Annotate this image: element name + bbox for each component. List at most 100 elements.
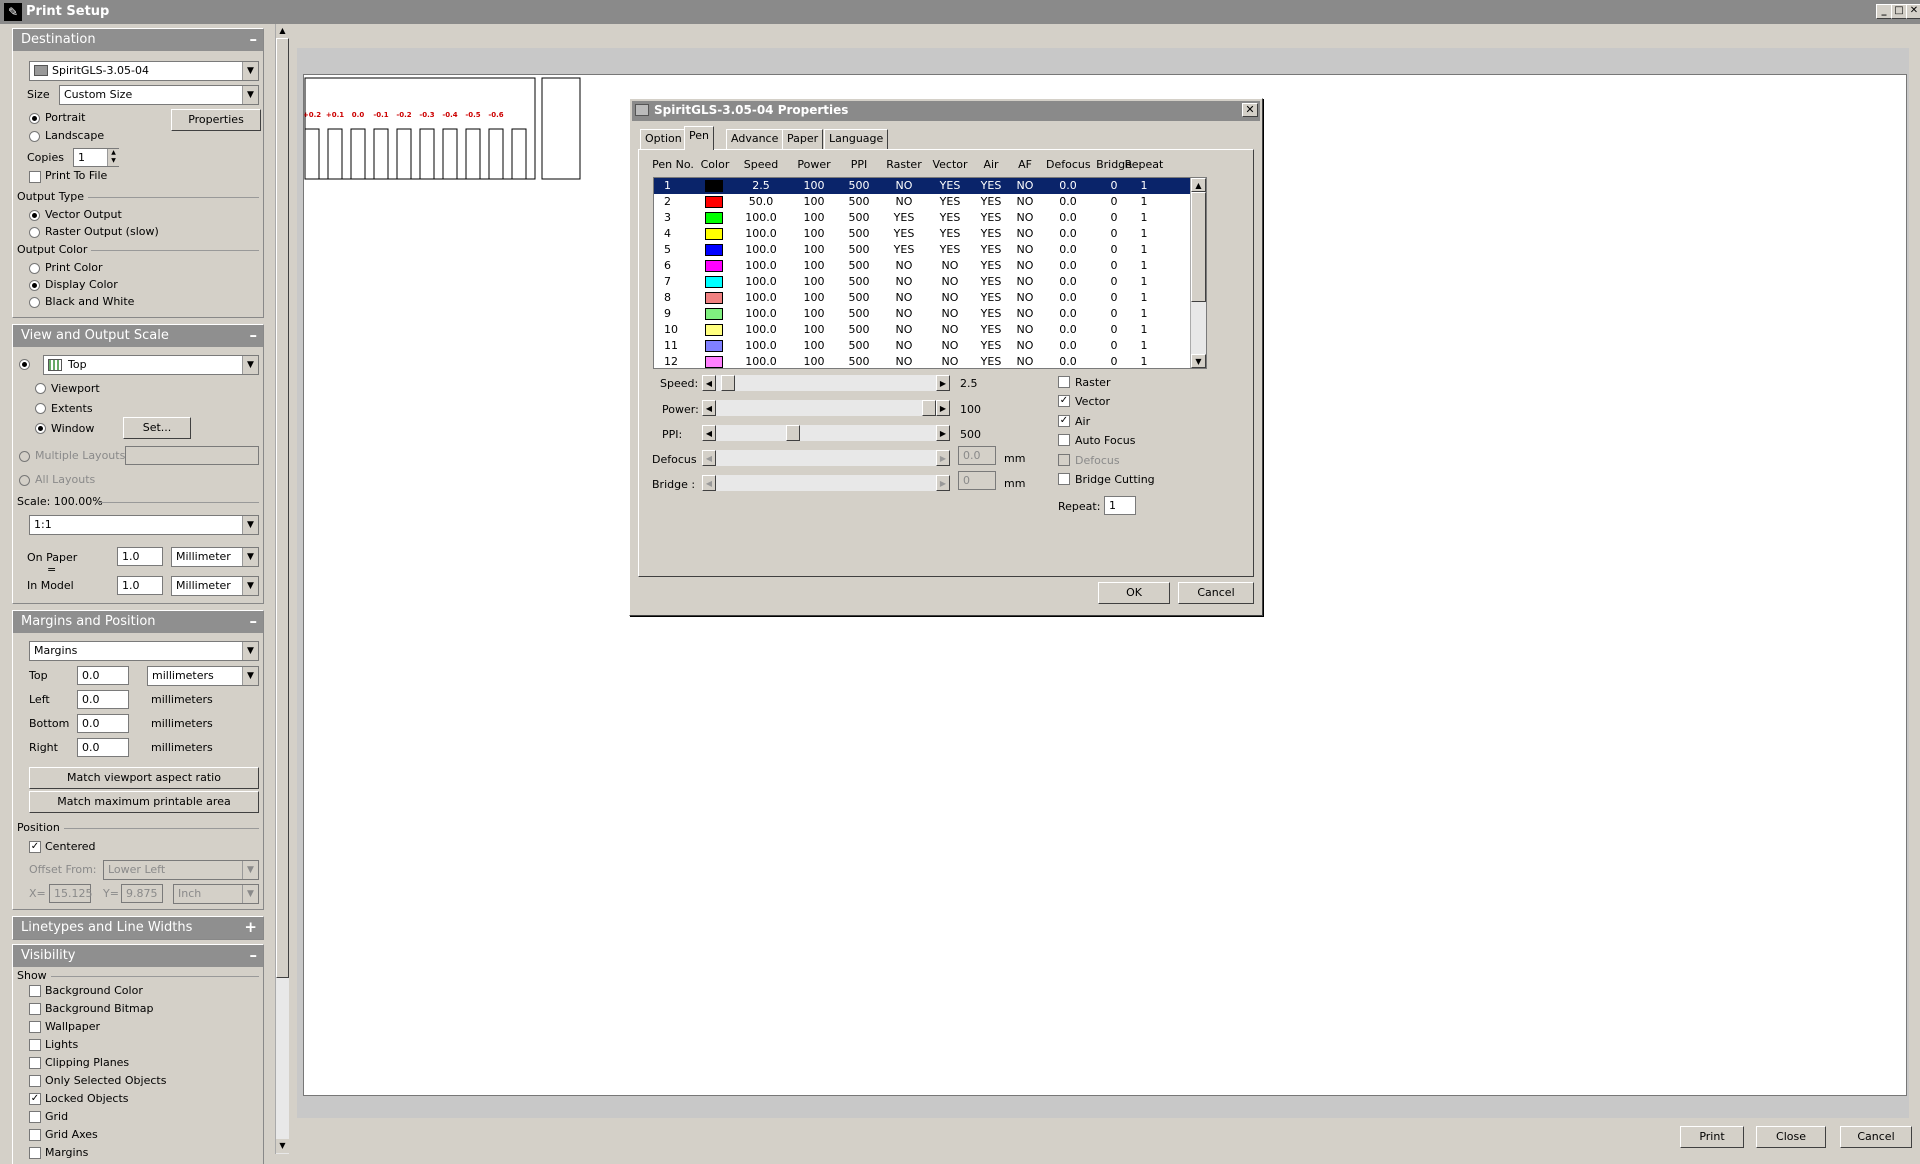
visibility-checkbox[interactable] [29,1129,41,1141]
tab-pen[interactable]: Pen [684,126,714,150]
defocus-checkbox[interactable] [1058,454,1070,466]
properties-button[interactable]: Properties [171,109,261,131]
defocus-input[interactable]: 0.0 [958,446,996,465]
table-row[interactable]: 3 100.0 100 500 YES YES YES NO 0.0 0 1 [654,210,1190,226]
margins-mode-select[interactable]: Margins ▼ [29,641,259,661]
dialog-close-icon[interactable]: ✕ [1242,103,1258,117]
offset-from-select[interactable]: Lower Left ▼ [103,860,259,880]
on-paper-input[interactable]: 1.0 [117,547,163,566]
chevron-down-icon[interactable]: ▼ [242,516,258,534]
scroll-thumb[interactable] [1191,192,1206,302]
print-button[interactable]: Print [1680,1126,1744,1148]
table-row[interactable]: 2 50.0 100 500 NO YES YES NO 0.0 0 1 [654,194,1190,210]
set-window-button[interactable]: Set... [123,417,191,439]
bridge-input[interactable]: 0 [958,471,996,490]
slider-right-icon[interactable]: ▶ [936,475,950,491]
on-paper-unit-select[interactable]: Millimeter ▼ [171,547,259,567]
visibility-checkbox[interactable]: ✓ [29,1093,41,1105]
viewport-radio[interactable] [35,383,46,394]
margin-unit-select[interactable]: millimeters ▼ [147,666,259,686]
visibility-checkbox[interactable] [29,1075,41,1087]
table-row[interactable]: 6 100.0 100 500 NO NO YES NO 0.0 0 1 [654,258,1190,274]
table-row[interactable]: 1 2.5 100 500 NO YES YES NO 0.0 0 1 [654,178,1190,194]
visibility-checkbox[interactable] [29,1147,41,1159]
print-to-file-checkbox[interactable] [29,171,41,183]
speed-slider-thumb[interactable] [721,375,735,391]
chevron-down-icon[interactable]: ▼ [242,885,258,903]
minimize-button[interactable]: _ [1876,4,1892,19]
chevron-down-icon[interactable]: ▼ [242,548,258,566]
scroll-down-icon[interactable]: ▼ [1191,354,1206,368]
destination-header[interactable]: Destination – [13,29,263,51]
bridge-cutting-checkbox[interactable] [1058,473,1070,485]
chevron-down-icon[interactable]: ▼ [242,577,258,595]
scroll-thumb[interactable] [276,38,289,978]
centered-checkbox[interactable]: ✓ [29,841,41,853]
view-radio[interactable] [19,359,30,370]
table-row[interactable]: 12 100.0 100 500 NO NO YES NO 0.0 0 1 [654,354,1190,368]
repeat-input[interactable]: 1 [1104,496,1136,515]
right-margin-input[interactable]: 0.0 [77,738,129,757]
auto-focus-checkbox[interactable] [1058,434,1070,446]
expand-icon[interactable]: + [244,918,257,936]
slider-right-icon[interactable]: ▶ [936,375,950,391]
chevron-down-icon[interactable]: ▼ [242,861,258,879]
extents-radio[interactable] [35,403,46,414]
table-row[interactable]: 5 100.0 100 500 YES YES YES NO 0.0 0 1 [654,242,1190,258]
view-select[interactable]: Top ▼ [43,355,259,375]
tab-advance[interactable]: Advance [726,129,784,149]
collapse-icon[interactable]: – [250,30,258,48]
landscape-radio[interactable] [29,131,40,142]
vector-output-radio[interactable] [29,210,40,221]
close-button[interactable]: Close [1756,1126,1826,1148]
pen-table[interactable]: 1 2.5 100 500 NO YES YES NO 0.0 0 1 2 50.0 100 500 NO YE… [653,177,1207,369]
slider-left-icon[interactable]: ◀ [702,450,716,466]
top-margin-input[interactable]: 0.0 [77,666,129,685]
multiple-layouts-radio[interactable] [19,451,30,462]
visibility-checkbox[interactable] [29,1057,41,1069]
in-model-unit-select[interactable]: Millimeter ▼ [171,576,259,596]
x-input[interactable]: 15.125 [49,884,93,903]
bridge-slider[interactable]: ◀ ▶ [702,475,950,491]
left-panel-scrollbar[interactable]: ▲ ▼ [275,24,289,1154]
table-row[interactable]: 10 100.0 100 500 NO NO YES NO 0.0 0 1 [654,322,1190,338]
scroll-up-icon[interactable]: ▲ [1191,178,1206,192]
view-scale-header[interactable]: View and Output Scale – [13,325,263,347]
scroll-up-icon[interactable]: ▲ [276,24,289,38]
air-checkbox[interactable]: ✓ [1058,415,1070,427]
portrait-radio[interactable] [29,113,40,124]
tab-language[interactable]: Language [824,129,889,149]
slider-left-icon[interactable]: ◀ [702,375,716,391]
visibility-checkbox[interactable] [29,1111,41,1123]
copies-spinner[interactable]: ▲ ▼ [107,149,119,166]
pen-table-scrollbar[interactable]: ▲ ▼ [1190,178,1206,368]
cancel-button[interactable]: Cancel [1840,1126,1912,1148]
in-model-input[interactable]: 1.0 [117,576,163,595]
collapse-icon[interactable]: – [250,326,258,344]
collapse-icon[interactable]: – [250,612,258,630]
dialog-cancel-button[interactable]: Cancel [1178,582,1254,604]
scroll-down-icon[interactable]: ▼ [276,1139,289,1153]
printer-select[interactable]: SpiritGLS-3.05-04 ▼ [29,61,259,81]
scale-select[interactable]: 1:1 ▼ [29,515,259,535]
black-and-white-radio[interactable] [29,297,40,308]
multiple-layouts-input[interactable] [125,446,259,465]
tab-option[interactable]: Option [640,129,687,149]
linetypes-header[interactable]: Linetypes and Line Widths + [13,917,263,939]
collapse-icon[interactable]: – [250,946,258,964]
chevron-down-icon[interactable]: ▼ [242,667,258,685]
raster-checkbox[interactable] [1058,376,1070,388]
ppi-slider-thumb[interactable] [786,425,800,441]
visibility-checkbox[interactable] [29,985,41,997]
visibility-checkbox[interactable] [29,1039,41,1051]
chevron-down-icon[interactable]: ▼ [242,62,258,80]
defocus-slider[interactable]: ◀ ▶ [702,450,950,466]
match-viewport-button[interactable]: Match viewport aspect ratio [29,767,259,789]
slider-left-icon[interactable]: ◀ [702,400,716,416]
maximize-button[interactable]: □ [1891,4,1907,19]
y-input[interactable]: 9.875 [121,884,163,903]
table-row[interactable]: 7 100.0 100 500 NO NO YES NO 0.0 0 1 [654,274,1190,290]
size-select[interactable]: Custom Size ▼ [59,85,259,105]
table-row[interactable]: 4 100.0 100 500 YES YES YES NO 0.0 0 1 [654,226,1190,242]
ok-button[interactable]: OK [1098,582,1170,604]
